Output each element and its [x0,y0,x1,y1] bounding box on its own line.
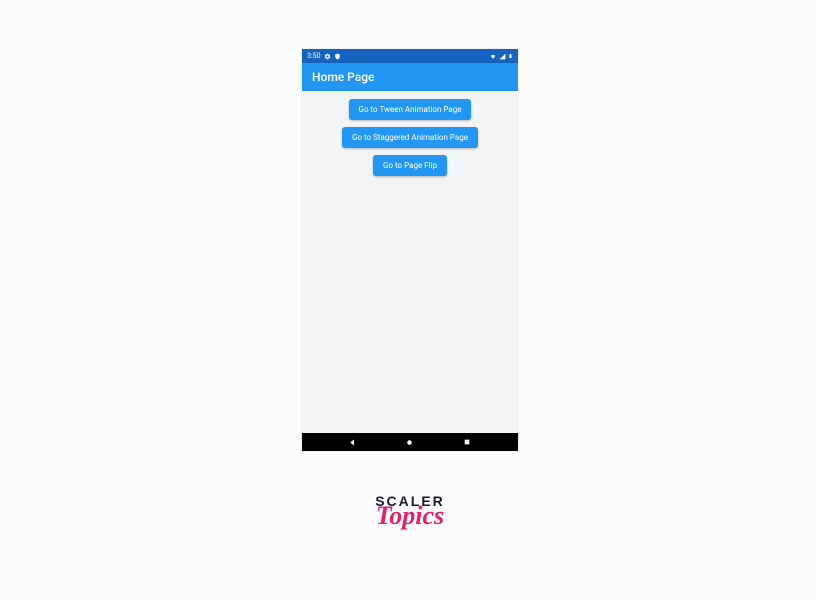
tween-animation-button[interactable]: Go to Tween Animation Page [349,99,472,120]
content-area: Go to Tween Animation Page Go to Stagger… [302,91,518,176]
app-bar-title: Home Page [312,70,374,84]
nav-home-button[interactable] [398,433,422,451]
button-label: Go to Page Flip [383,161,437,170]
nav-back-button[interactable] [341,433,365,451]
app-bar: Home Page [302,63,518,91]
signal-icon [499,53,506,60]
page-flip-button[interactable]: Go to Page Flip [373,155,447,176]
staggered-animation-button[interactable]: Go to Staggered Animation Page [342,127,478,148]
brand-logo: SCALER Topics [364,494,456,527]
gear-icon [324,53,331,60]
brand-line2: Topics [364,505,456,527]
phone-frame: 3:50 Home Page Go to Tween Animation Pag… [302,49,518,451]
wifi-icon [489,53,497,60]
status-left: 3:50 [307,52,341,60]
status-bar: 3:50 [302,49,518,63]
battery-icon [508,52,513,60]
status-time: 3:50 [307,52,321,60]
button-label: Go to Staggered Animation Page [352,133,468,142]
status-right [489,52,513,60]
nav-recent-button[interactable] [455,433,479,451]
button-label: Go to Tween Animation Page [359,105,462,114]
android-nav-bar [302,433,518,451]
shield-icon [334,53,341,60]
